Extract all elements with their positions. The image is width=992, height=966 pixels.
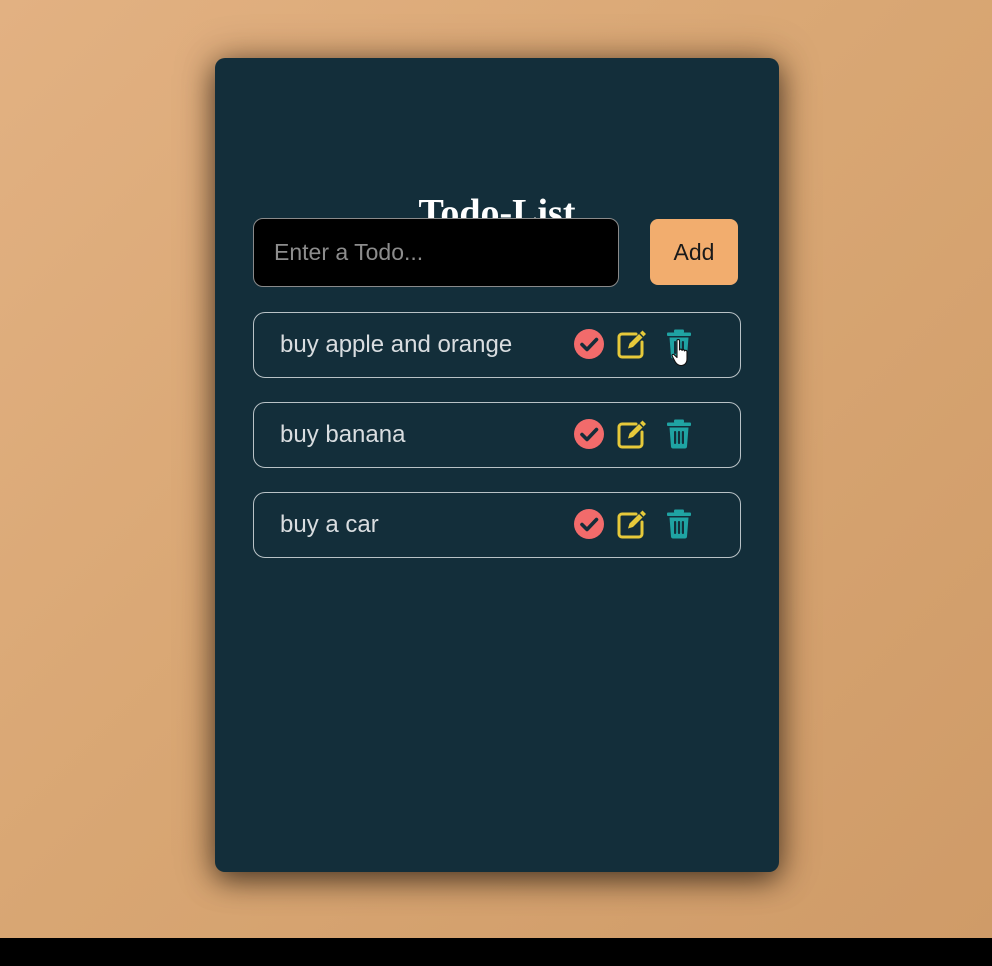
todo-item: buy a car [253,492,741,558]
trash-icon[interactable] [663,328,695,360]
add-button[interactable]: Add [650,219,738,285]
edit-icon[interactable] [616,508,648,540]
edit-icon[interactable] [616,418,648,450]
todo-text: buy a car [280,511,379,538]
todo-card: Todo-List Add buy apple and orange [215,58,779,872]
trash-icon[interactable] [663,508,695,540]
check-circle-icon[interactable] [573,508,605,540]
trash-icon[interactable] [663,418,695,450]
todo-item: buy apple and orange [253,312,741,378]
edit-icon[interactable] [616,328,648,360]
todo-input[interactable] [253,218,619,287]
check-circle-icon[interactable] [573,418,605,450]
todo-text: buy apple and orange [280,331,513,358]
todo-item: buy banana [253,402,741,468]
bottom-bar [0,938,992,966]
todo-text: buy banana [280,421,406,448]
check-circle-icon[interactable] [573,328,605,360]
todo-list: buy apple and orange buy banana buy a ca… [253,312,741,582]
